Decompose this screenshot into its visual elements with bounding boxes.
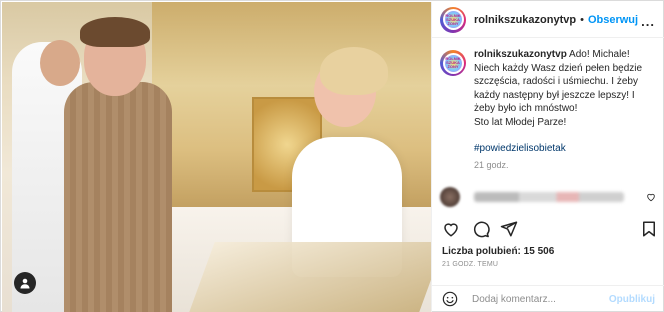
show-logo-icon: ROLNIK SZUKA ŻONY [444,11,462,28]
username[interactable]: rolnikszukazonytvp [474,14,576,26]
action-bar [440,220,660,242]
caption-line: każdy następny był jeszcze lepszy! I [474,89,635,101]
likes-count[interactable]: Liczba polubień: 15 506 [442,246,554,257]
post-side-panel: ROLNIK SZUKA ŻONY rolnikszukazonytvp • Obs… [431,2,664,312]
caption-line: Ado! Michale! [569,49,630,60]
show-logo-icon: ROLNIK SZUKA ŻONY [444,54,462,72]
hashtag-link[interactable]: #powiedzielisobietak [474,143,566,154]
blurred-comment-text [474,192,624,202]
more-options-icon[interactable]: ... [641,14,655,29]
commenter-avatar[interactable] [440,187,460,207]
bookmark-icon[interactable] [640,220,658,238]
comment-input[interactable]: Dodaj komentarz... [472,294,609,305]
post-header: ROLNIK SZUKA ŻONY rolnikszukazonytvp • Obs… [432,2,664,38]
caption-line: Sto lat Młodej Parze! [474,116,567,128]
caption-time: 21 godz. [474,160,509,170]
groom-figure [64,82,172,312]
caption-text: rolnikszukazonytvp Ado! Michale! Niech k… [474,48,642,129]
follow-button[interactable]: Obserwuj [588,14,638,26]
user-tag-icon[interactable] [14,272,36,294]
separator-dot: • [580,13,584,26]
publish-button[interactable]: Opublikuj [609,294,655,305]
bride-hair [320,47,388,95]
caption-username[interactable]: rolnikszukazonytvp [474,49,567,60]
prayer-book [189,242,431,312]
emoji-icon[interactable] [442,291,458,307]
caption-line: żeby było ich mnóstwo! [474,103,578,114]
comment-icon[interactable] [472,220,490,238]
heart-icon[interactable] [442,220,460,238]
post-time: 21 GODZ. TEMU [442,261,499,268]
add-comment-bar: Dodaj komentarz... Opublikuj [432,285,664,312]
caption: ROLNIK SZUKA ŻONY rolnikszukazonytvp Ado! … [440,48,660,129]
comment-row [440,187,660,207]
caption-line: szczęścia, radości i uśmiechu. I żeby [474,76,638,87]
caption-avatar[interactable]: ROLNIK SZUKA ŻONY [440,50,466,76]
send-icon[interactable] [500,220,518,238]
instagram-post: ROLNIK SZUKA ŻONY rolnikszukazonytvp • Obs… [0,0,664,312]
caption-line: Niech każdy Wasz dzień pełen będzie [474,62,643,74]
groom-hair [80,17,150,47]
priest-head [40,40,80,86]
profile-avatar[interactable]: ROLNIK SZUKA ŻONY [440,6,466,33]
comment-like-icon[interactable] [646,192,656,202]
post-photo[interactable] [2,2,431,312]
